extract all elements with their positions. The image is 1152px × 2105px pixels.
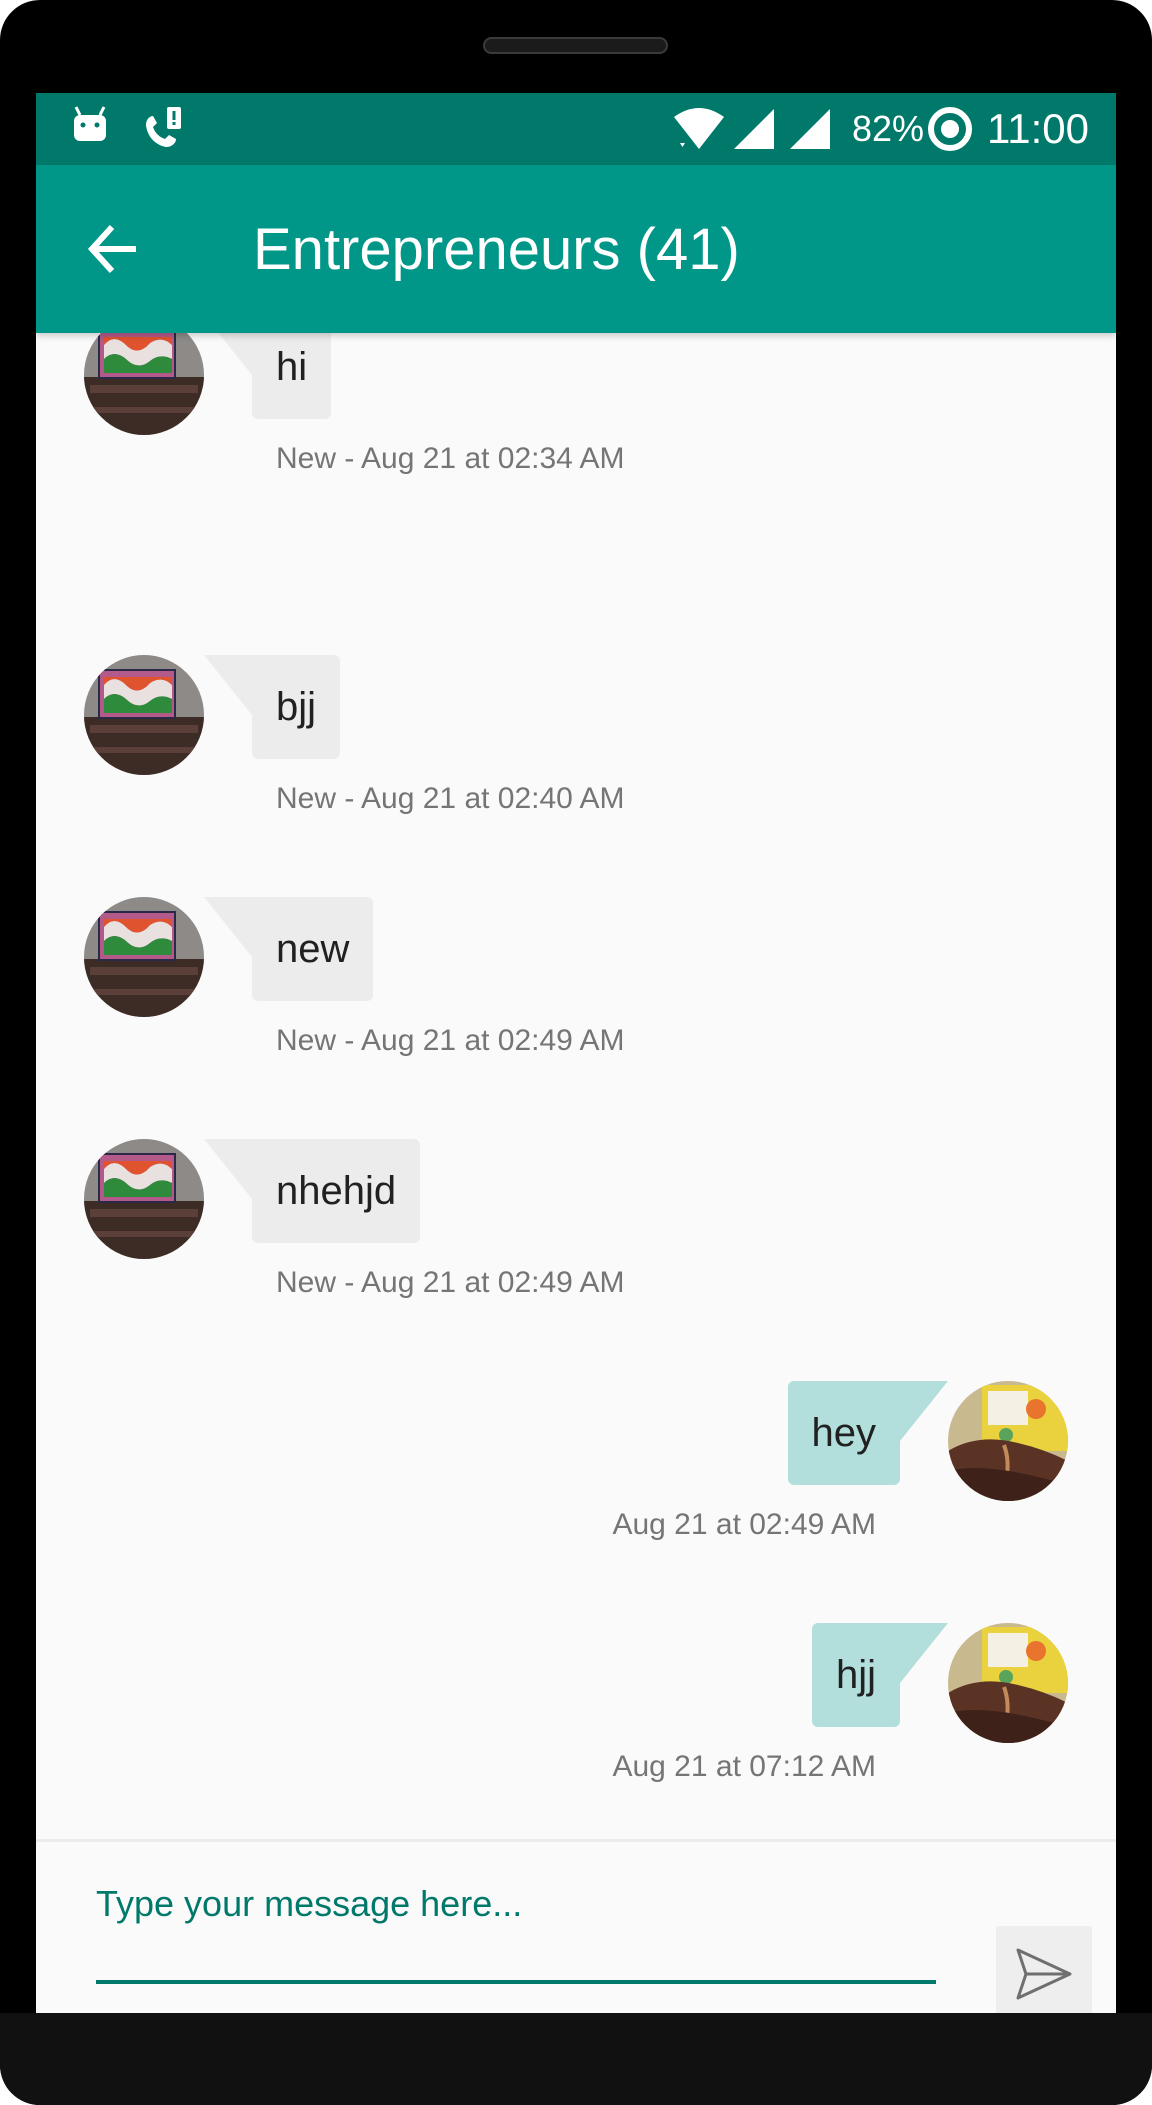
wifi-icon (674, 108, 724, 149)
message-row: hjj Aug 21 at 07:12 AM (36, 1623, 1116, 1823)
send-icon (1016, 1948, 1072, 2000)
sender-avatar[interactable] (84, 897, 204, 1017)
status-bar: 82% 11:00 (36, 93, 1116, 165)
message-bubble[interactable]: hi (252, 333, 332, 419)
message-row: bjj New - Aug 21 at 02:40 AM (36, 655, 1116, 855)
user-avatar[interactable] (948, 1381, 1068, 1501)
message-bubble[interactable]: hey (787, 1381, 900, 1485)
chat-title: Entrepreneurs (41) (253, 217, 740, 282)
back-button[interactable] (84, 219, 144, 279)
send-button[interactable] (996, 1926, 1092, 2013)
clock: 11:00 (987, 105, 1089, 152)
message-timestamp: New - Aug 21 at 02:49 AM (276, 1266, 625, 1299)
sender-avatar[interactable] (84, 1139, 204, 1259)
bubble-tail (900, 1381, 948, 1441)
message-composer (36, 1839, 1116, 2013)
app-toolbar: Entrepreneurs (41) (36, 165, 1116, 333)
bubble-tail (204, 655, 252, 715)
phone-frame: 82% 11:00 Entrepreneurs (41) hi New - Au… (0, 0, 1152, 2105)
bubble-tail (204, 897, 252, 957)
message-timestamp: New - Aug 21 at 02:34 AM (276, 442, 625, 475)
earpiece-speaker (483, 37, 668, 54)
bubble-tail (204, 333, 252, 375)
message-timestamp: New - Aug 21 at 02:40 AM (276, 782, 625, 815)
android-icon (74, 106, 106, 141)
message-bubble[interactable]: new (252, 897, 374, 1001)
sender-avatar[interactable] (84, 333, 204, 435)
message-bubble[interactable]: bjj (252, 655, 341, 759)
message-input[interactable] (96, 1872, 936, 1984)
user-avatar[interactable] (948, 1623, 1068, 1743)
message-timestamp: New - Aug 21 at 02:49 AM (276, 1024, 625, 1057)
app-screen: 82% 11:00 Entrepreneurs (41) hi New - Au… (36, 93, 1116, 2013)
bubble-tail (900, 1623, 948, 1683)
cell-signal-icon (734, 109, 774, 149)
phone-bottom-bezel (0, 2013, 1152, 2105)
message-row: hey Aug 21 at 02:49 AM (36, 1381, 1116, 1581)
battery-saver-icon (928, 107, 972, 151)
message-row: hi New - Aug 21 at 02:34 AM (36, 333, 1116, 515)
message-timestamp: Aug 21 at 02:49 AM (612, 1508, 876, 1541)
message-bubble[interactable]: nhehjd (252, 1139, 421, 1243)
message-row: nhehjd New - Aug 21 at 02:49 AM (36, 1139, 1116, 1339)
call-alert-icon (146, 107, 181, 147)
arrow-left-icon (87, 224, 136, 274)
bubble-tail (204, 1139, 252, 1199)
cell-signal-icon (790, 109, 830, 149)
message-list[interactable]: hi New - Aug 21 at 02:34 AM bjj New - Au… (36, 333, 1116, 1839)
message-row: new New - Aug 21 at 02:49 AM (36, 897, 1116, 1097)
sender-avatar[interactable] (84, 655, 204, 775)
message-timestamp: Aug 21 at 07:12 AM (612, 1750, 876, 1783)
message-bubble[interactable]: hjj (811, 1623, 900, 1727)
battery-percent: 82% (852, 108, 925, 149)
